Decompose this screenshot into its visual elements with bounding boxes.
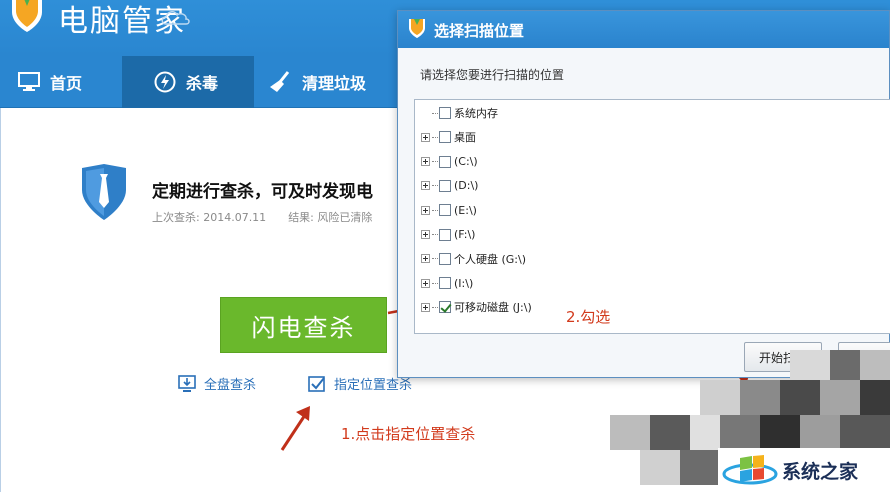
- tree-checkbox[interactable]: [439, 155, 451, 168]
- mosaic-block: [820, 380, 860, 415]
- expand-icon[interactable]: [421, 230, 430, 239]
- mosaic-block: [740, 380, 780, 415]
- tree-line: [432, 161, 438, 163]
- mosaic-block: [640, 450, 680, 485]
- tree-row[interactable]: 桌面: [421, 128, 476, 146]
- tree-row[interactable]: (D:\): [421, 177, 478, 195]
- mosaic-block: [840, 415, 890, 450]
- mosaic-block: [720, 415, 760, 450]
- expand-icon[interactable]: [421, 181, 430, 191]
- tree-label: 系统内存: [454, 107, 498, 120]
- arrow-to-custom-scan: [280, 414, 307, 451]
- mosaic-block: [860, 380, 890, 415]
- tree-checkbox[interactable]: [439, 301, 451, 314]
- mosaic-block: [800, 415, 840, 450]
- mosaic-block: [680, 450, 718, 485]
- dialog-title-bar: 选择扫描位置: [398, 11, 889, 48]
- tree-label: (C:\): [454, 155, 478, 169]
- tree-row[interactable]: (E:\): [421, 201, 477, 219]
- watermark-text: 系统之家: [782, 460, 859, 483]
- tree-label: 桌面: [454, 131, 476, 145]
- tree-line: [432, 234, 438, 235]
- tree-label: 可移动磁盘 (J:\): [454, 301, 532, 315]
- tree-line: [432, 209, 438, 211]
- tree-line: [432, 282, 438, 284]
- mosaic-block: [610, 415, 650, 450]
- mosaic-block: [780, 380, 820, 415]
- expand-icon[interactable]: [421, 157, 430, 167]
- tree-checkbox[interactable]: [439, 107, 451, 119]
- mosaic-block: [650, 415, 690, 450]
- tree-checkbox[interactable]: [439, 204, 451, 217]
- location-tree: 系统内存桌面 (C:\) (D:\) (E:\) (F:\) 个人硬盘 (G:\) (I:\…: [414, 99, 890, 334]
- tree-row[interactable]: (I:\): [421, 274, 473, 292]
- tree-checkbox[interactable]: [439, 131, 451, 144]
- tree-label: (I:\): [454, 276, 474, 290]
- expand-icon[interactable]: [421, 205, 430, 215]
- tree-label: (F:\): [454, 228, 476, 241]
- tree-checkbox[interactable]: [439, 277, 451, 290]
- step2-annotation: 2.勾选: [566, 308, 611, 326]
- watermark-logo-icon: [722, 455, 778, 485]
- tree-row[interactable]: 可移动磁盘 (J:\): [421, 298, 532, 316]
- expand-icon[interactable]: [421, 302, 430, 312]
- pc-manager-window: 电脑管家 首页 杀毒 清理垃圾 定期进行查杀，可及时发现电 上次查杀: 2014…: [0, 0, 890, 492]
- tree-checkbox[interactable]: [439, 179, 451, 192]
- tree-line: [432, 136, 438, 138]
- tree-line: [432, 258, 438, 260]
- tree-row[interactable]: (F:\): [421, 226, 475, 244]
- tree-label: (E:\): [454, 203, 477, 217]
- expand-icon[interactable]: [421, 278, 430, 288]
- mosaic-block: [760, 415, 800, 450]
- expand-icon[interactable]: [421, 132, 430, 142]
- dialog-logo-icon: [409, 19, 425, 38]
- watermark: 系统之家: [718, 448, 890, 492]
- mosaic-block: [690, 415, 720, 450]
- tree-line: [432, 112, 438, 114]
- tree-line: [432, 185, 438, 187]
- tree-label: (D:\): [454, 179, 479, 193]
- expand-icon[interactable]: [421, 254, 430, 264]
- tree-label: 个人硬盘 (G:\): [454, 252, 527, 266]
- dialog-prompt: 请选择您要进行扫描的位置: [420, 68, 565, 82]
- tree-row[interactable]: 个人硬盘 (G:\): [421, 250, 526, 268]
- tree-checkbox[interactable]: [439, 228, 451, 241]
- tree-line: [432, 306, 438, 308]
- scan-location-dialog: 选择扫描位置 请选择您要进行扫描的位置 系统内存桌面 (C:\) (D:\) (E:\…: [397, 10, 890, 378]
- step1-annotation: 1.点击指定位置查杀: [341, 425, 476, 443]
- dialog-title: 选择扫描位置: [434, 22, 525, 40]
- tree-row[interactable]: 系统内存: [421, 104, 498, 122]
- mosaic-block: [700, 380, 740, 415]
- tree-checkbox[interactable]: [439, 252, 451, 265]
- tree-row[interactable]: (C:\): [421, 153, 478, 171]
